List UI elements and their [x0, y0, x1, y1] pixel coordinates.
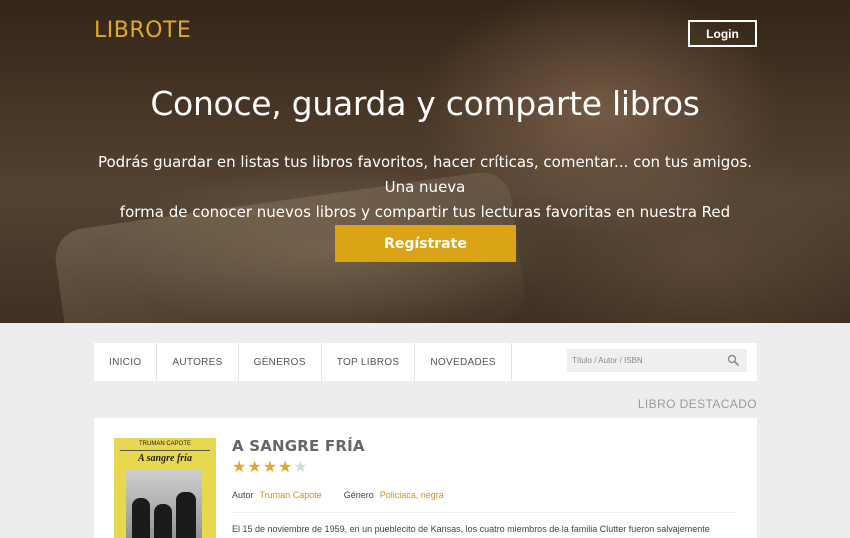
- genre-link[interactable]: Policiaca, negra: [380, 490, 444, 500]
- search-box: [567, 349, 747, 372]
- hero-title: Conoce, guarda y comparte libros: [150, 84, 700, 123]
- book-meta: Autor Truman Capote Género Policiaca, ne…: [232, 490, 444, 500]
- genre-label: Género: [343, 490, 374, 500]
- star-filled-icon[interactable]: ★: [278, 460, 292, 476]
- cover-divider: [120, 450, 210, 451]
- book-cover[interactable]: TRUMAN CAPOTE A sangre fría: [114, 438, 216, 538]
- register-button[interactable]: Regístrate: [335, 225, 516, 262]
- star-filled-icon[interactable]: ★: [263, 460, 277, 476]
- search-input[interactable]: [567, 349, 717, 372]
- author-link[interactable]: Truman Capote: [260, 490, 322, 500]
- book-synopsis: El 15 de noviembre de 1959, en un pueble…: [232, 524, 710, 534]
- rating-stars: ★ ★ ★ ★ ★: [232, 460, 308, 476]
- nav-item-inicio[interactable]: INICIO: [94, 343, 158, 381]
- cover-title: A sangre fría: [138, 453, 192, 464]
- hero-banner: LIBROTE Login Conoce, guarda y comparte …: [0, 0, 850, 323]
- section-title-featured: LIBRO DESTACADO: [637, 397, 757, 411]
- hero-subtitle-line: Podrás guardar en listas tus libros favo…: [97, 153, 753, 196]
- divider: [232, 512, 736, 513]
- nav-item-top-libros[interactable]: TOP LIBROS: [322, 343, 416, 381]
- search-icon[interactable]: [727, 354, 739, 366]
- nav-item-autores[interactable]: AUTORES: [157, 343, 239, 381]
- star-filled-icon[interactable]: ★: [232, 460, 246, 476]
- nav-item-generos[interactable]: GÉNEROS: [239, 343, 322, 381]
- author-label: Autor: [232, 490, 254, 500]
- star-empty-icon[interactable]: ★: [293, 460, 307, 476]
- cover-author: TRUMAN CAPOTE: [138, 441, 191, 447]
- featured-book-card: TRUMAN CAPOTE A sangre fría A SANGRE FRÍ…: [94, 418, 757, 538]
- logo[interactable]: LIBROTE: [94, 18, 191, 43]
- nav-item-novedades[interactable]: NOVEDADES: [415, 343, 512, 381]
- star-filled-icon[interactable]: ★: [247, 460, 261, 476]
- book-title[interactable]: A SANGRE FRÍA: [232, 437, 365, 455]
- login-button[interactable]: Login: [688, 20, 757, 47]
- cover-photo: [126, 470, 202, 538]
